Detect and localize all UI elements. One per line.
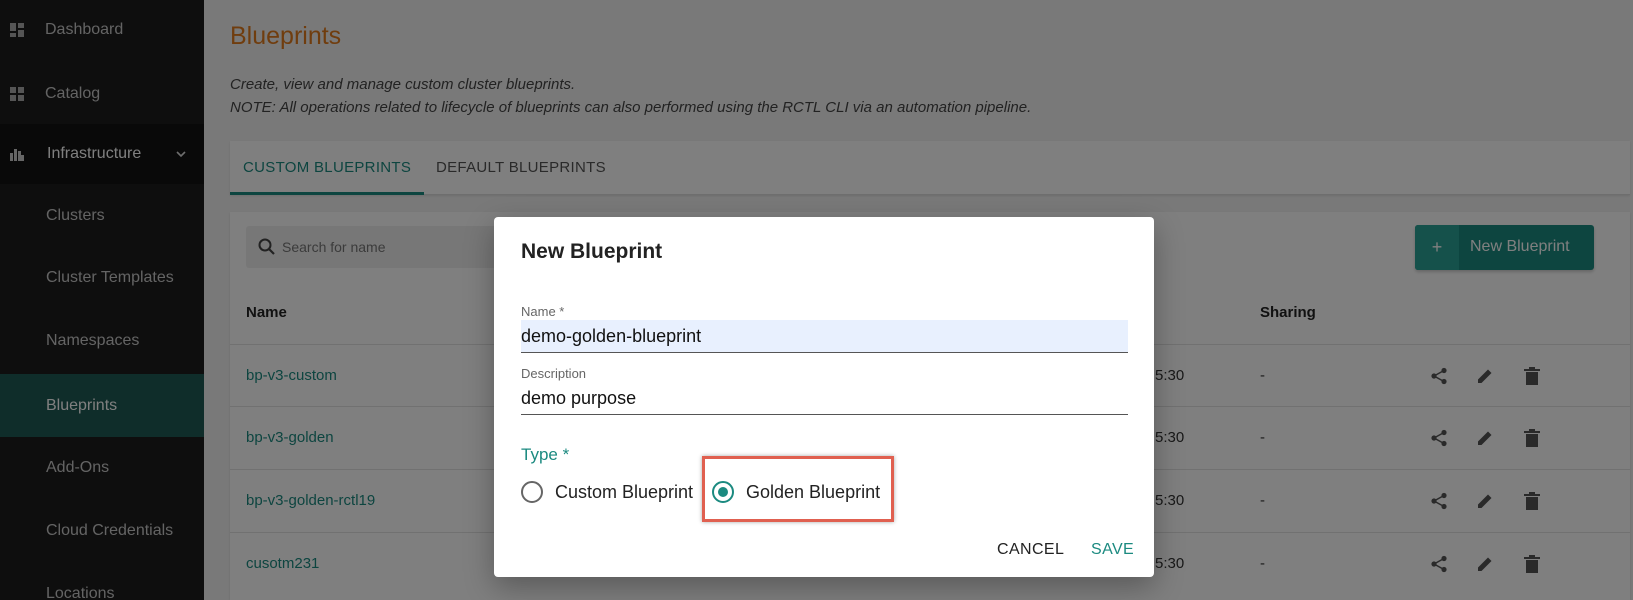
description-field-label: Description [521, 366, 587, 381]
cancel-button[interactable]: CANCEL [997, 541, 1064, 559]
type-label: Type * [521, 445, 570, 464]
name-field[interactable] [521, 320, 1128, 353]
dialog-title: New Blueprint [521, 240, 663, 263]
radio-unchecked-icon [521, 481, 543, 503]
custom-blueprint-radio[interactable]: Custom Blueprint [521, 475, 693, 509]
description-field[interactable] [521, 382, 1128, 415]
golden-blueprint-radio[interactable]: Golden Blueprint [712, 475, 880, 509]
save-button[interactable]: SAVE [1091, 541, 1134, 559]
name-field-label: Name * [521, 304, 565, 319]
radio-checked-icon [712, 481, 734, 503]
radio-label: Golden Blueprint [746, 481, 881, 502]
radio-label: Custom Blueprint [555, 481, 694, 502]
new-blueprint-dialog: New Blueprint Name * Description Type * … [494, 217, 1154, 577]
